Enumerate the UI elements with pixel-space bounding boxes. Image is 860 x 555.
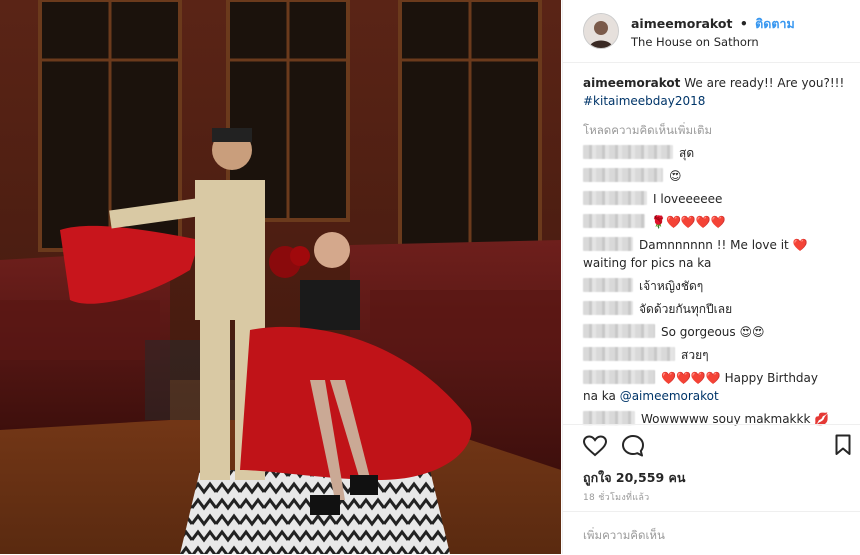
header-username-row: aimeemorakot • ติดตาม	[631, 14, 795, 34]
redacted-username	[583, 301, 633, 315]
comment-text: 🌹❤️❤️❤️❤️	[651, 215, 726, 229]
comment-item: ❤️❤️❤️❤️ Happy Birthday na ka @aimeemorak…	[583, 369, 853, 405]
comment-item: 🌹❤️❤️❤️❤️	[583, 213, 853, 231]
caption-hashtag[interactable]: #kitaimeebday2018	[583, 94, 705, 108]
redacted-username	[583, 168, 663, 182]
photo-illustration	[0, 0, 561, 554]
comment-item: จัดด้วยกันทุกปีเลย	[583, 300, 853, 318]
load-more-comments[interactable]: โหลดความคิดเห็นเพิ่มเติม	[583, 122, 712, 140]
redacted-username	[583, 324, 655, 338]
heart-outline-icon[interactable]	[583, 435, 607, 457]
post-photo[interactable]	[0, 0, 561, 554]
location-link[interactable]: The House on Sathorn	[631, 35, 759, 49]
comment-text-continued: na ka	[583, 389, 616, 403]
redacted-username	[583, 278, 633, 292]
post-caption: aimeemorakot We are ready!! Are you?!!! …	[583, 74, 851, 110]
likes-count[interactable]: ถูกใจ 20,559 คน	[583, 468, 685, 488]
comment-item: สุด	[583, 144, 853, 162]
comment-text: I loveeeeee	[653, 192, 723, 206]
caption-text: We are ready!! Are you?!!!	[684, 76, 845, 90]
instagram-post: aimeemorakot • ติดตาม The House on Satho…	[0, 0, 860, 554]
comment-bubble-icon[interactable]	[621, 434, 645, 458]
avatar-image	[584, 14, 618, 48]
redacted-username	[583, 214, 645, 228]
comment-text: 😍	[669, 169, 682, 183]
comment-text: So gorgeous 😍😍	[661, 325, 765, 339]
comment-text: จัดด้วยกันทุกปีเลย	[639, 302, 733, 316]
comment-text: Damnnnnnn !! Me love it ❤️	[639, 238, 808, 252]
redacted-username	[583, 145, 673, 159]
caption-username[interactable]: aimeemorakot	[583, 76, 680, 90]
comment-text: สุด	[679, 146, 695, 160]
add-comment-field[interactable]: เพิ่มความคิดเห็น	[563, 511, 860, 555]
redacted-username	[583, 411, 635, 425]
comment-item: เจ้าหญิงชัดๆ	[583, 277, 853, 295]
comment-text: ❤️❤️❤️❤️ Happy Birthday	[661, 371, 818, 385]
comment-item: I loveeeeee	[583, 190, 853, 208]
redacted-username	[583, 191, 647, 205]
bookmark-icon[interactable]	[835, 434, 851, 456]
avatar[interactable]	[583, 13, 619, 49]
redacted-username	[583, 237, 633, 251]
header-separator: •	[739, 16, 748, 31]
post-timestamp[interactable]: 18 ชั่วโมงที่แล้ว	[583, 490, 650, 504]
comment-mention[interactable]: @aimeemorakot	[620, 389, 719, 403]
comment-item: สวยๆ	[583, 346, 853, 364]
comment-text: สวยๆ	[681, 348, 709, 362]
post-header: aimeemorakot • ติดตาม The House on Satho…	[563, 0, 860, 63]
redacted-username	[583, 370, 655, 384]
comment-text: เจ้าหญิงชัดๆ	[639, 279, 704, 293]
comment-text-continued: waiting for pics na ka	[583, 256, 712, 270]
comment-item: So gorgeous 😍😍	[583, 323, 853, 341]
header-username[interactable]: aimeemorakot	[631, 16, 732, 31]
add-comment-placeholder[interactable]: เพิ่มความคิดเห็น	[583, 527, 665, 545]
comment-list: สุด 😍 I loveeeeee 🌹❤️❤️❤️❤️ Damnnnnnn !!…	[583, 144, 853, 433]
redacted-username	[583, 347, 675, 361]
follow-button[interactable]: ติดตาม	[755, 16, 795, 31]
comment-item: Damnnnnnn !! Me love it ❤️ waiting for pi…	[583, 236, 853, 272]
post-sidebar: aimeemorakot • ติดตาม The House on Satho…	[562, 0, 860, 554]
action-bar	[563, 424, 860, 465]
comment-item: 😍	[583, 167, 853, 185]
